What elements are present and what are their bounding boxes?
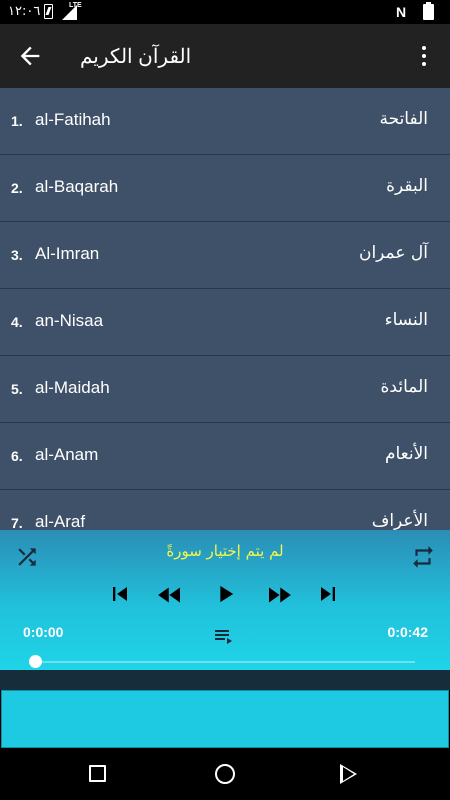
list-item[interactable]: 4. an-Nisaa النساء [0, 289, 450, 356]
surah-name-arabic: الفاتحة [379, 109, 428, 129]
skip-next-icon[interactable] [314, 580, 342, 608]
divider [0, 670, 450, 690]
rewind-icon[interactable] [153, 580, 187, 610]
list-item[interactable]: 3. Al-Imran آل عمران [0, 222, 450, 289]
surah-name-english: an-Nisaa [35, 311, 104, 330]
seek-thumb[interactable] [29, 655, 42, 668]
surah-name-english: al-Araf [35, 512, 86, 530]
page-title: القرآن الكريم [80, 46, 192, 68]
surah-name-arabic: آل عمران [358, 243, 428, 263]
list-item[interactable]: 7. al-Araf الأعراف [0, 490, 450, 530]
list-item[interactable]: 1. al-Fatihah الفاتحة [0, 88, 450, 155]
surah-name-arabic: النساء [384, 310, 428, 330]
surah-number: 7. [11, 515, 23, 530]
surah-name-english: al-Fatihah [35, 110, 111, 129]
surah-name-arabic: المائدة [380, 377, 428, 397]
system-nav-bar [0, 748, 450, 800]
play-icon[interactable] [211, 580, 239, 608]
back-arrow-icon[interactable] [16, 42, 44, 70]
seek-bar[interactable] [35, 661, 415, 663]
list-item[interactable]: 6. al-Anam الأنعام [0, 423, 450, 490]
notification-icon: N [396, 4, 407, 20]
surah-number: 6. [11, 448, 23, 464]
surah-name-arabic: البقرة [386, 176, 428, 196]
app-bar: القرآن الكريم [0, 24, 450, 88]
current-time: 0:0:00 [23, 624, 64, 640]
surah-number: 4. [11, 314, 23, 330]
now-playing-status: لم يتم إختيار سورةً [166, 542, 284, 560]
skip-previous-icon[interactable] [106, 580, 134, 608]
fast-forward-icon[interactable] [262, 580, 296, 610]
repeat-icon[interactable] [410, 544, 436, 570]
list-item[interactable]: 5. al-Maidah المائدة [0, 356, 450, 423]
banner-area [1, 690, 449, 748]
battery-icon [423, 2, 434, 20]
surah-number: 5. [11, 381, 23, 397]
nav-back-icon[interactable] [340, 764, 357, 784]
list-item[interactable]: 2. al-Baqarah البقرة [0, 155, 450, 222]
surah-name-english: al-Maidah [35, 378, 110, 397]
surah-name-english: al-Anam [35, 445, 99, 464]
total-time: 0:0:42 [387, 624, 428, 640]
recent-apps-icon[interactable] [89, 765, 106, 782]
battery-saver-icon [44, 4, 53, 19]
home-icon[interactable] [215, 764, 235, 784]
audio-player: لم يتم إختيار سورةً 0:0:00 0:0:42 [0, 530, 450, 670]
surah-name-english: al-Baqarah [35, 177, 119, 196]
status-bar: ١٢:٠٦ LTE N [0, 0, 450, 24]
surah-name-arabic: الأنعام [384, 444, 428, 464]
surah-number: 3. [11, 247, 23, 263]
surah-name-english: Al-Imran [35, 244, 100, 263]
network-type: LTE [69, 2, 82, 9]
overflow-menu-icon[interactable] [412, 44, 436, 68]
clock: ١٢:٠٦ [8, 4, 41, 19]
surah-number: 2. [11, 180, 23, 196]
surah-list[interactable]: 1. al-Fatihah الفاتحة 2. al-Baqarah البق… [0, 88, 450, 530]
surah-number: 1. [11, 113, 23, 129]
surah-name-arabic: الأعراف [371, 511, 428, 530]
playlist-icon[interactable] [210, 624, 238, 648]
